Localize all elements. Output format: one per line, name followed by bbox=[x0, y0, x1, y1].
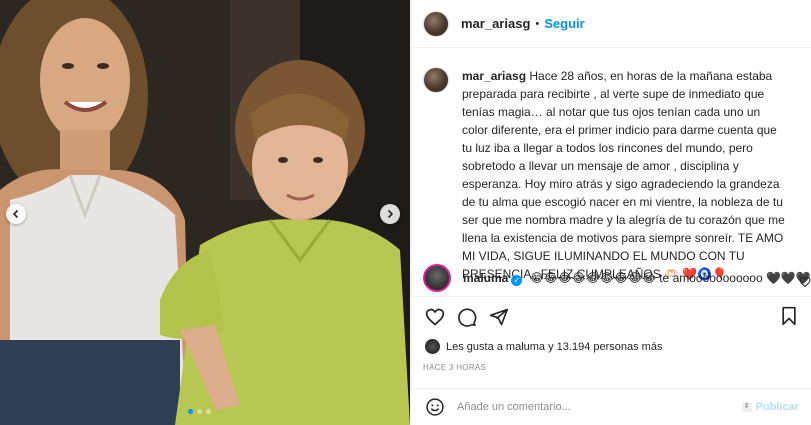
caption-avatar[interactable] bbox=[423, 67, 449, 93]
likes-summary[interactable]: Les gusta a maluma y 13.194 personas más bbox=[425, 339, 662, 354]
carousel-indicator bbox=[188, 409, 211, 414]
comment-text-line: maluma ✓ 😂😂😂😂😂😂😂😂😂 te amooooooooooo 🖤🖤🖤🖤 bbox=[463, 271, 811, 286]
follow-button[interactable]: Seguir bbox=[544, 16, 584, 31]
carousel-dot bbox=[197, 409, 202, 414]
caption-body: mar_ariasg Hace 28 años, en horas de la … bbox=[462, 67, 787, 296]
comment-username[interactable]: maluma bbox=[463, 271, 508, 285]
chevron-left-icon bbox=[12, 209, 19, 219]
author-avatar[interactable] bbox=[423, 10, 449, 37]
post-photo[interactable] bbox=[0, 0, 410, 425]
carousel-dot bbox=[188, 409, 193, 414]
header-separator: • bbox=[535, 17, 540, 30]
bookmark-icon bbox=[782, 306, 796, 326]
publish-button[interactable]: ⇕ Publicar bbox=[741, 401, 799, 413]
share-button[interactable] bbox=[487, 305, 511, 329]
author-username[interactable]: mar_ariasg bbox=[461, 16, 530, 31]
caption-username[interactable]: mar_ariasg bbox=[462, 69, 526, 83]
comment-item: maluma ✓ 😂😂😂😂😂😂😂😂😂 te amooooooooooo 🖤🖤🖤🖤 bbox=[423, 264, 811, 292]
photo-illustration bbox=[0, 0, 410, 425]
post-panel: mar_ariasg • Seguir mar_ariasg Hace 28 a… bbox=[410, 0, 811, 425]
comment-bubble-icon bbox=[458, 308, 477, 327]
send-plane-icon bbox=[489, 308, 509, 325]
chevron-right-icon bbox=[387, 209, 394, 219]
post-timestamp[interactable]: HACE 3 HORAS bbox=[423, 363, 486, 372]
caption-text: Hace 28 años, en horas de la mañana esta… bbox=[462, 69, 785, 281]
caption: mar_ariasg Hace 28 años, en horas de la … bbox=[411, 49, 811, 296]
comments-section[interactable]: mar_ariasg Hace 28 años, en horas de la … bbox=[411, 49, 811, 296]
action-bar bbox=[411, 296, 811, 336]
comment-composer: ⇕ Publicar bbox=[411, 388, 811, 425]
carousel-prev-button[interactable] bbox=[6, 204, 26, 224]
heart-icon bbox=[425, 308, 445, 326]
liker-avatar bbox=[425, 339, 440, 354]
emoji-icon[interactable] bbox=[425, 397, 445, 417]
commenter-avatar[interactable] bbox=[423, 264, 451, 292]
publish-label: Publicar bbox=[755, 401, 799, 413]
verified-badge-icon: ✓ bbox=[511, 274, 523, 286]
like-button[interactable] bbox=[423, 305, 447, 329]
post-header: mar_ariasg • Seguir bbox=[411, 0, 811, 48]
comment-button[interactable] bbox=[455, 305, 479, 329]
comment-input[interactable] bbox=[457, 401, 727, 413]
save-button[interactable] bbox=[779, 305, 799, 332]
like-comment-heart-icon[interactable] bbox=[799, 276, 811, 288]
carousel-dot bbox=[206, 409, 211, 414]
carousel-next-button[interactable] bbox=[380, 204, 400, 224]
comment-text: 😂😂😂😂😂😂😂😂😂 te amooooooooooo 🖤🖤🖤🖤 bbox=[526, 270, 811, 285]
likes-text: Les gusta a maluma y 13.194 personas más bbox=[446, 340, 663, 353]
updown-icon: ⇕ bbox=[741, 402, 752, 412]
